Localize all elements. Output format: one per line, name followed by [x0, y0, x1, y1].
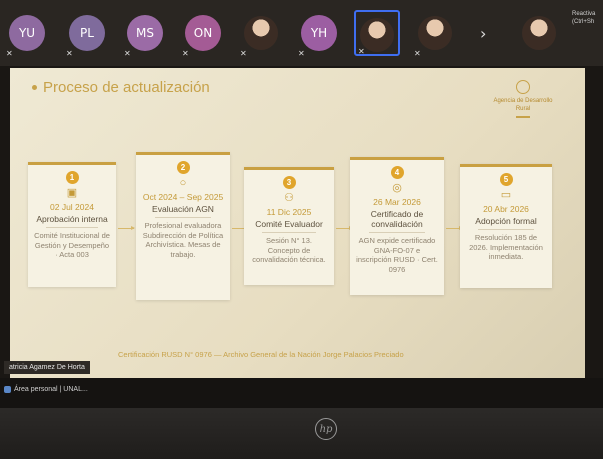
document-icon: ▭ — [500, 189, 512, 201]
speaker-name-tag: atricia Agamez De Horta — [4, 361, 90, 374]
step-card: 2 ○ Oct 2024 – Sep 2025 Evaluación AGN P… — [136, 152, 230, 300]
mic-off-icon: ✕ — [298, 49, 305, 58]
mic-off-icon: ✕ — [240, 49, 247, 58]
participant-photo — [418, 16, 452, 50]
award-icon: ◎ — [392, 182, 402, 194]
laptop-bezel — [0, 408, 603, 459]
calendar-icon: ▣ — [66, 187, 78, 199]
step-title: Comité Evaluador — [255, 219, 323, 229]
participant-tile[interactable]: ✕ — [238, 10, 284, 58]
chevron-right-icon[interactable]: › — [480, 24, 486, 43]
step-card: 5 ▭ 20 Abr 2026 Adopción formal Resoluci… — [460, 164, 552, 288]
slide-footer: Certificación RUSD N° 0976 — Archivo Gen… — [118, 350, 404, 359]
participant-tile-active[interactable]: ✕ — [354, 10, 400, 56]
participant-tile[interactable]: ✕ — [412, 10, 458, 58]
arrow-right-icon — [118, 226, 135, 230]
step-number: 1 — [65, 171, 79, 184]
logo-text: Agencia de Desarrollo Rural — [493, 98, 553, 112]
avatar: PL — [69, 15, 105, 51]
step-card: 1 ▣ 02 Jul 2024 Aprobación interna Comit… — [28, 162, 116, 287]
avatar: MS — [127, 15, 163, 51]
step-number: 4 — [390, 166, 404, 179]
step-card: 3 ⚇ 11 Dic 2025 Comité Evaluador Sesión … — [244, 167, 334, 285]
step-description: Sesión N° 13. Concepto de convalidación … — [252, 236, 326, 264]
step-number: 3 — [282, 176, 296, 189]
step-number: 2 — [176, 161, 190, 174]
avatar: YU — [9, 15, 45, 51]
mic-off-icon: ✕ — [182, 49, 189, 58]
bullet-icon — [32, 85, 37, 90]
participant-photo — [244, 16, 278, 50]
divider — [154, 217, 212, 218]
slide-title-text: Proceso de actualización — [43, 79, 210, 96]
step-date: 20 Abr 2026 — [483, 204, 529, 214]
agency-logo: Agencia de Desarrollo Rural — [488, 80, 558, 118]
divider — [478, 229, 534, 230]
step-title: Adopción formal — [475, 216, 537, 226]
seal-icon — [516, 80, 530, 94]
step-description: Comité Institucional de Gestión y Desemp… — [34, 231, 110, 259]
step-title: Certificado de convalidación — [370, 209, 424, 229]
reactions-hint: Reactiva (Ctrl+Sh — [572, 11, 596, 25]
step-card: 4 ◎ 26 Mar 2026 Certificado de convalida… — [350, 157, 444, 295]
mic-off-icon: ✕ — [124, 49, 131, 58]
logo-divider — [516, 116, 530, 118]
participant-tile[interactable]: PL ✕ — [64, 10, 110, 58]
avatar: YH — [301, 15, 337, 51]
avatar: ON — [185, 15, 221, 51]
step-date: 11 Dic 2025 — [266, 207, 312, 217]
hp-logo: hp — [315, 418, 337, 440]
participant-tile[interactable]: MS ✕ — [122, 10, 168, 58]
taskbar: Área personal | UNAL... — [0, 378, 603, 408]
divider — [262, 232, 316, 233]
browser-icon — [4, 386, 11, 393]
participant-tile[interactable]: ON ✕ — [180, 10, 226, 58]
step-title: Aprobación interna — [36, 214, 108, 224]
step-description: AGN expide certificado GNA-FO-07 e inscr… — [356, 236, 438, 274]
users-icon: ⚇ — [284, 192, 294, 204]
step-description: Resolución 185 de 2026. Implementación i… — [469, 233, 543, 261]
divider — [368, 232, 426, 233]
participant-strip: YU ✕ PL ✕ MS ✕ ON ✕ ✕ YH ✕ ✕ ✕ › Reactiv… — [0, 0, 603, 66]
participant-photo — [360, 18, 394, 52]
participant-tile[interactable]: YU ✕ — [4, 10, 50, 58]
step-title: Evaluación AGN — [152, 204, 214, 214]
step-date: 26 Mar 2026 — [373, 197, 421, 207]
divider — [45, 227, 99, 228]
mic-off-icon: ✕ — [414, 49, 421, 58]
mic-off-icon: ✕ — [66, 49, 73, 58]
taskbar-item-label: Área personal | UNAL... — [14, 386, 88, 393]
search-icon: ○ — [179, 177, 187, 189]
step-date: 02 Jul 2024 — [50, 202, 94, 212]
slide-title: Proceso de actualización — [32, 79, 210, 96]
participant-photo — [522, 16, 556, 50]
step-number: 5 — [499, 173, 513, 186]
presentation-slide: Proceso de actualización Agencia de Desa… — [10, 68, 585, 378]
mic-off-icon: ✕ — [358, 47, 365, 56]
participant-tile[interactable]: YH ✕ — [296, 10, 342, 58]
step-description: Profesional evaluadora Subdirección de P… — [142, 221, 224, 259]
mic-off-icon: ✕ — [6, 49, 13, 58]
participant-tile[interactable] — [516, 10, 562, 56]
taskbar-item[interactable]: Área personal | UNAL... — [4, 386, 88, 393]
step-date: Oct 2024 – Sep 2025 — [142, 192, 224, 202]
